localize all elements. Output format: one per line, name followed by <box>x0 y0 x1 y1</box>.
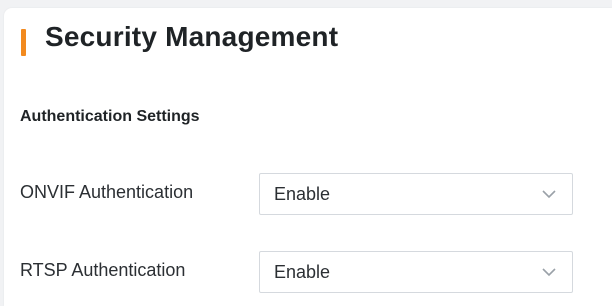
chevron-down-icon <box>542 268 556 277</box>
rtsp-authentication-label: RTSP Authentication <box>20 260 186 280</box>
rtsp-authentication-value: Enable <box>274 262 331 282</box>
rtsp-authentication-select[interactable]: Enable <box>259 251 573 293</box>
onvif-authentication-select[interactable]: Enable <box>259 173 573 215</box>
page-title: Security Management <box>45 21 339 52</box>
security-management-panel: Security Management Authentication Setti… <box>4 8 612 306</box>
title-accent-bar <box>21 29 26 56</box>
onvif-authentication-value: Enable <box>274 184 331 204</box>
authentication-settings-heading: Authentication Settings <box>20 108 200 125</box>
onvif-authentication-label: ONVIF Authentication <box>20 182 194 202</box>
chevron-down-icon <box>542 190 556 199</box>
